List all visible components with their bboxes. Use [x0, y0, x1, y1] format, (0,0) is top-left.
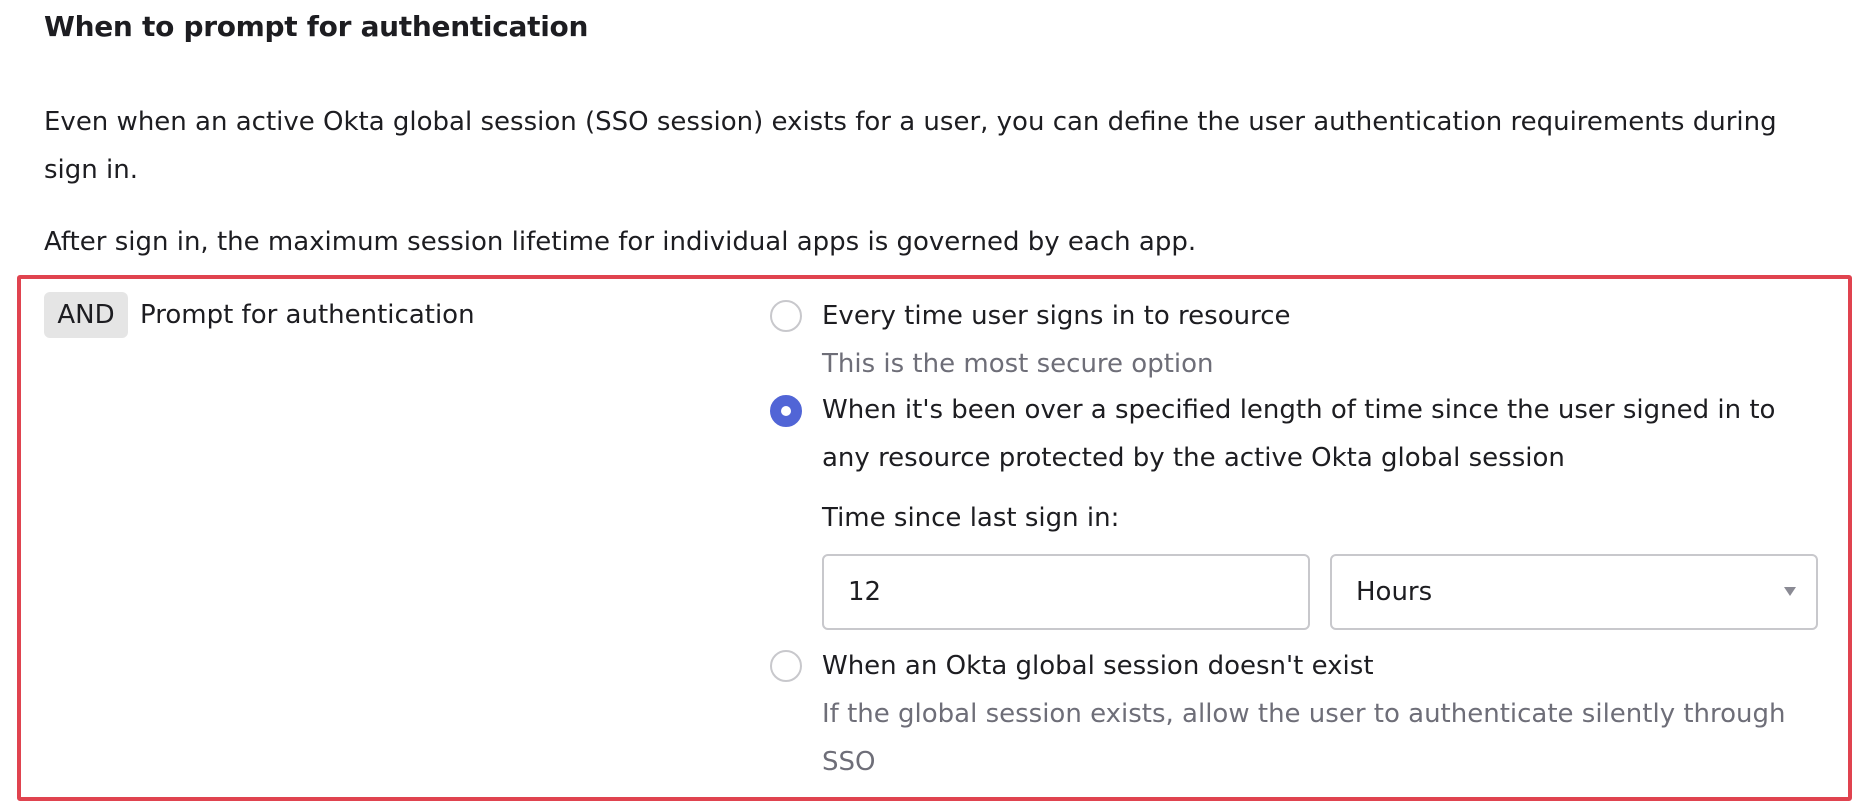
option-every-time-label[interactable]: Every time user signs in to resource	[822, 292, 1290, 340]
radio-time-since-sign-in[interactable]	[770, 395, 802, 427]
option-no-session-label[interactable]: When an Okta global session doesn't exis…	[822, 642, 1374, 690]
session-lifetime-note: After sign in, the maximum session lifet…	[44, 227, 1197, 257]
chevron-down-icon	[1784, 587, 1796, 596]
option-every-time-hint: This is the most secure option	[822, 349, 1214, 379]
auth-prompt-settings: When to prompt for authentication Even w…	[0, 0, 1867, 806]
section-description: Even when an active Okta global session …	[44, 107, 1777, 185]
option-time-since-label[interactable]: When it's been over a specified length o…	[822, 386, 1822, 482]
rule-label: Prompt for authentication	[140, 300, 475, 330]
radio-every-time[interactable]	[770, 300, 802, 332]
section-title: When to prompt for authentication	[44, 10, 589, 43]
time-unit-value: Hours	[1356, 577, 1433, 607]
time-unit-select[interactable]: Hours	[1330, 554, 1818, 630]
radio-no-global-session[interactable]	[770, 650, 802, 682]
time-since-label: Time since last sign in:	[822, 503, 1120, 533]
option-no-session-hint: If the global session exists, allow the …	[822, 699, 1786, 777]
and-badge: AND	[44, 292, 128, 338]
time-value-input[interactable]	[822, 554, 1310, 630]
